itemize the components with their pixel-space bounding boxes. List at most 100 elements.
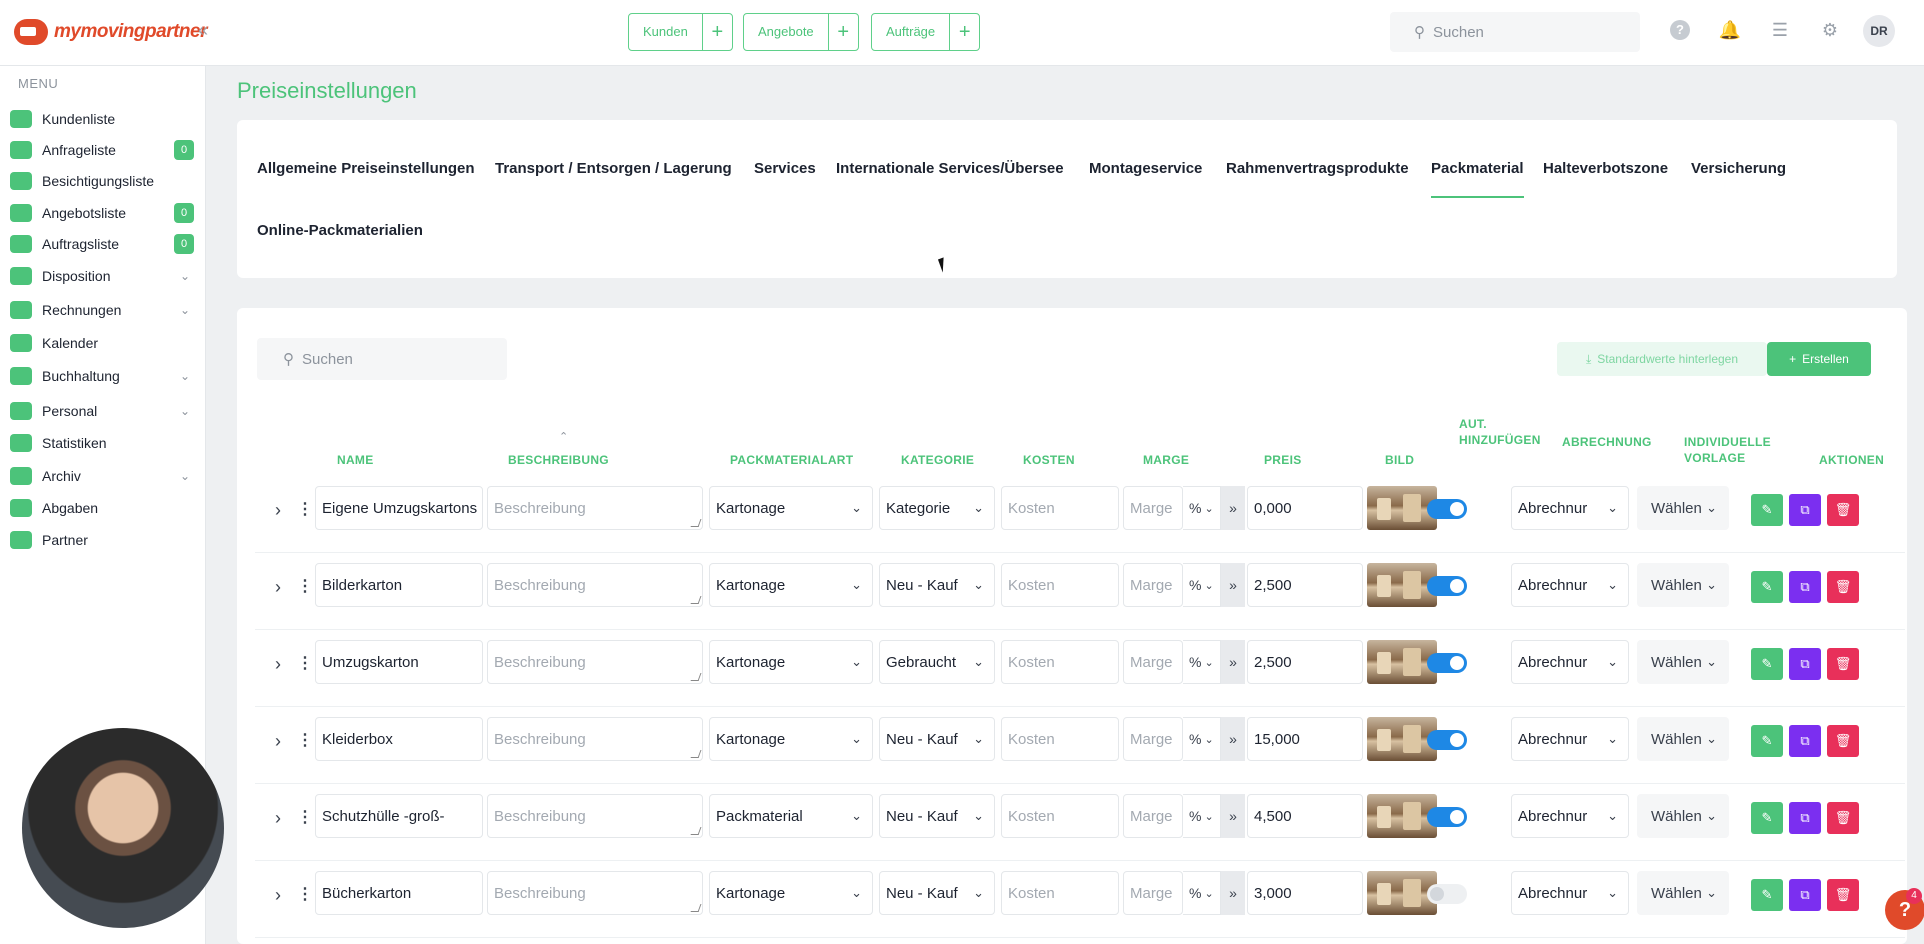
- drag-handle-icon[interactable]: ⋮: [297, 884, 313, 904]
- chevron-down-icon[interactable]: ⌄: [180, 404, 190, 418]
- quick-auftraege-button[interactable]: Aufträge: [872, 14, 949, 50]
- add-auftrag-button[interactable]: +: [949, 14, 979, 50]
- marge-field[interactable]: Marge: [1123, 486, 1183, 530]
- logo[interactable]: mymovingpartner: [14, 16, 207, 48]
- auto-add-toggle[interactable]: [1427, 653, 1467, 673]
- tab-halteverbot[interactable]: Halteverbotszone: [1543, 160, 1668, 177]
- name-field[interactable]: Kleiderbox: [315, 717, 483, 761]
- duplicate-button[interactable]: ⧉: [1789, 648, 1821, 680]
- sidebar-item-angebotsliste[interactable]: Angebotsliste 0: [8, 198, 198, 228]
- vorlage-select[interactable]: Wählen ⌄: [1637, 871, 1729, 915]
- header-preis[interactable]: PREIS: [1264, 452, 1302, 468]
- kosten-field[interactable]: Kosten: [1001, 640, 1119, 684]
- tab-international[interactable]: Internationale Services/Übersee: [836, 160, 1064, 177]
- header-marge[interactable]: MARGE: [1143, 452, 1189, 468]
- delete-button[interactable]: 🗑: [1827, 879, 1859, 911]
- kategorie-select[interactable]: Kategorie ⌄: [879, 486, 995, 530]
- duplicate-button[interactable]: ⧉: [1789, 879, 1821, 911]
- quick-angebote-button[interactable]: Angebote: [744, 14, 828, 50]
- collapse-sidebar-icon[interactable]: «: [198, 20, 208, 41]
- expand-row-icon[interactable]: ›: [275, 654, 281, 675]
- preis-field[interactable]: 15,000: [1247, 717, 1363, 761]
- kategorie-select[interactable]: Neu - Kauf ⌄: [879, 794, 995, 838]
- resize-handle-icon[interactable]: [690, 519, 702, 527]
- duplicate-button[interactable]: ⧉: [1789, 494, 1821, 526]
- chevron-down-icon[interactable]: ⌄: [180, 303, 190, 317]
- auto-add-toggle[interactable]: [1427, 576, 1467, 596]
- abrechnung-select[interactable]: Abrechnur ⌄: [1511, 486, 1629, 530]
- delete-button[interactable]: 🗑: [1827, 494, 1859, 526]
- apply-marge-button[interactable]: »: [1221, 871, 1245, 915]
- vorlage-select[interactable]: Wählen ⌄: [1637, 640, 1729, 684]
- expand-row-icon[interactable]: ›: [275, 577, 281, 598]
- drag-handle-icon[interactable]: ⋮: [297, 730, 313, 750]
- name-field[interactable]: Umzugskarton: [315, 640, 483, 684]
- beschreibung-field[interactable]: Beschreibung: [487, 640, 703, 684]
- sidebar-item-auftragsliste[interactable]: Auftragsliste 0: [8, 229, 198, 259]
- edit-button[interactable]: ✎: [1751, 648, 1783, 680]
- preis-field[interactable]: 3,000: [1247, 871, 1363, 915]
- standardwerte-button[interactable]: ⤓ Standardwerte hinterlegen: [1557, 342, 1767, 376]
- marge-field[interactable]: Marge: [1123, 563, 1183, 607]
- marge-unit-select[interactable]: % ⌄: [1183, 640, 1221, 684]
- help-icon[interactable]: ?: [1668, 18, 1692, 42]
- kategorie-select[interactable]: Neu - Kauf ⌄: [879, 717, 995, 761]
- delete-button[interactable]: 🗑: [1827, 725, 1859, 757]
- duplicate-button[interactable]: ⧉: [1789, 571, 1821, 603]
- checklist-icon[interactable]: ☰: [1768, 18, 1792, 42]
- abrechnung-select[interactable]: Abrechnur ⌄: [1511, 794, 1629, 838]
- tab-transport[interactable]: Transport / Entsorgen / Lagerung: [495, 160, 732, 177]
- auto-add-toggle[interactable]: [1427, 807, 1467, 827]
- kosten-field[interactable]: Kosten: [1001, 794, 1119, 838]
- beschreibung-field[interactable]: Beschreibung: [487, 563, 703, 607]
- auto-add-toggle[interactable]: [1427, 884, 1467, 904]
- marge-unit-select[interactable]: % ⌄: [1183, 794, 1221, 838]
- preis-field[interactable]: 2,500: [1247, 640, 1363, 684]
- sidebar-item-abgaben[interactable]: Abgaben: [8, 493, 198, 523]
- resize-handle-icon[interactable]: [690, 596, 702, 604]
- global-search-input[interactable]: ⚲ Suchen: [1390, 12, 1640, 52]
- resize-handle-icon[interactable]: [690, 827, 702, 835]
- apply-marge-button[interactable]: »: [1221, 794, 1245, 838]
- tab-rahmenvertrag[interactable]: Rahmenvertragsprodukte: [1226, 160, 1409, 177]
- sidebar-item-kalender[interactable]: Kalender: [8, 328, 198, 358]
- kategorie-select[interactable]: Neu - Kauf ⌄: [879, 563, 995, 607]
- resize-handle-icon[interactable]: [690, 750, 702, 758]
- header-name[interactable]: NAME: [337, 452, 374, 468]
- tab-versicherung[interactable]: Versicherung: [1691, 160, 1786, 177]
- vorlage-select[interactable]: Wählen ⌄: [1637, 794, 1729, 838]
- header-kosten[interactable]: KOSTEN: [1023, 452, 1075, 468]
- vorlage-select[interactable]: Wählen ⌄: [1637, 717, 1729, 761]
- packmaterialart-select[interactable]: Packmaterial ⌄: [709, 794, 873, 838]
- sidebar-item-anfrageliste[interactable]: Anfrageliste 0: [8, 135, 198, 165]
- apply-marge-button[interactable]: »: [1221, 640, 1245, 684]
- kosten-field[interactable]: Kosten: [1001, 871, 1119, 915]
- delete-button[interactable]: 🗑: [1827, 571, 1859, 603]
- edit-button[interactable]: ✎: [1751, 879, 1783, 911]
- preis-field[interactable]: 0,000: [1247, 486, 1363, 530]
- kosten-field[interactable]: Kosten: [1001, 563, 1119, 607]
- abrechnung-select[interactable]: Abrechnur ⌄: [1511, 563, 1629, 607]
- beschreibung-field[interactable]: Beschreibung: [487, 486, 703, 530]
- name-field[interactable]: Schutzhülle -groß-: [315, 794, 483, 838]
- sidebar-item-rechnungen[interactable]: Rechnungen ⌄: [8, 295, 198, 325]
- sidebar-item-disposition[interactable]: Disposition ⌄: [8, 261, 198, 291]
- packmaterialart-select[interactable]: Kartonage ⌄: [709, 640, 873, 684]
- expand-row-icon[interactable]: ›: [275, 731, 281, 752]
- expand-row-icon[interactable]: ›: [275, 808, 281, 829]
- duplicate-button[interactable]: ⧉: [1789, 725, 1821, 757]
- kosten-field[interactable]: Kosten: [1001, 717, 1119, 761]
- table-search-input[interactable]: ⚲ Suchen: [257, 338, 507, 380]
- expand-row-icon[interactable]: ›: [275, 500, 281, 521]
- marge-unit-select[interactable]: % ⌄: [1183, 486, 1221, 530]
- kategorie-select[interactable]: Gebraucht ⌄: [879, 640, 995, 684]
- sidebar-item-statistiken[interactable]: Statistiken: [8, 428, 198, 458]
- sort-asc-icon[interactable]: ⌃: [559, 430, 568, 443]
- name-field[interactable]: Bilderkarton: [315, 563, 483, 607]
- marge-field[interactable]: Marge: [1123, 794, 1183, 838]
- preis-field[interactable]: 4,500: [1247, 794, 1363, 838]
- delete-button[interactable]: 🗑: [1827, 648, 1859, 680]
- sidebar-item-archiv[interactable]: Archiv ⌄: [8, 461, 198, 491]
- beschreibung-field[interactable]: Beschreibung: [487, 717, 703, 761]
- name-field[interactable]: Bücherkarton: [315, 871, 483, 915]
